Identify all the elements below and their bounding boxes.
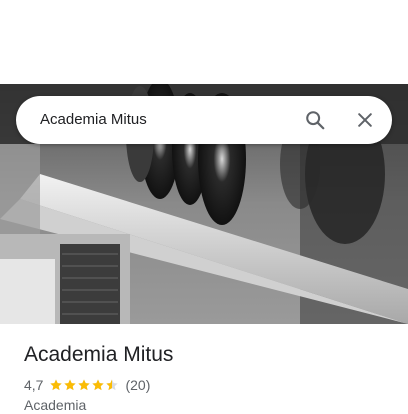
star-icon <box>50 379 63 391</box>
star-icon <box>64 379 77 391</box>
rating-value: 4,7 <box>24 377 44 393</box>
search-bar[interactable]: Academia Mitus <box>16 96 392 144</box>
place-category: Academia <box>24 397 87 413</box>
close-icon[interactable] <box>351 106 379 134</box>
rating-row[interactable]: 4,7 (20) <box>24 376 150 394</box>
star-rating <box>49 378 119 392</box>
star-icon <box>106 379 119 391</box>
place-name: Academia Mitus <box>24 343 174 366</box>
star-icon <box>92 379 105 391</box>
search-input[interactable]: Academia Mitus <box>40 110 147 130</box>
review-count[interactable]: (20) <box>125 377 150 393</box>
star-icon <box>78 379 91 391</box>
search-icon[interactable] <box>301 106 329 134</box>
